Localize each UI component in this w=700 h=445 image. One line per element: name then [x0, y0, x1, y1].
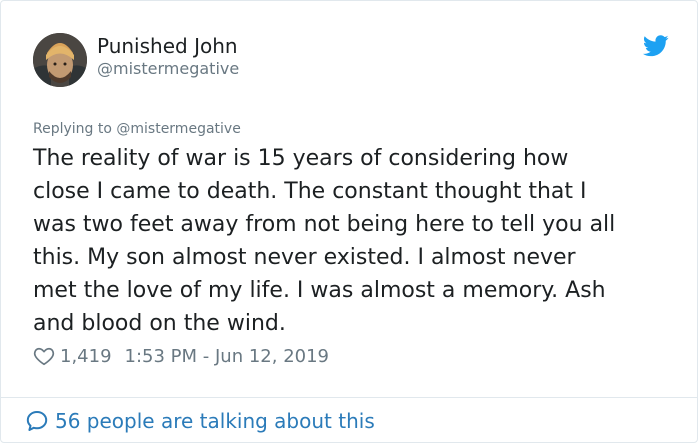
heart-icon[interactable]	[33, 345, 55, 367]
conversation-link[interactable]: 56 people are talking about this	[25, 408, 375, 434]
twitter-bird-icon[interactable]	[642, 35, 669, 57]
like-count[interactable]: 1,419	[60, 346, 112, 367]
divider	[1, 397, 697, 398]
tweet-text: The reality of war is 15 years of consid…	[33, 146, 616, 336]
tweet-meta: 1,419 1:53 PM - Jun 12, 2019	[33, 343, 329, 369]
avatar[interactable]	[33, 33, 87, 87]
timestamp[interactable]: 1:53 PM - Jun 12, 2019	[125, 346, 329, 367]
author-handle[interactable]: @mistermegative	[97, 59, 239, 79]
talking-label[interactable]: 56 people are talking about this	[55, 409, 375, 433]
replying-to[interactable]: Replying to @mistermegative	[33, 120, 241, 138]
speech-bubble-icon	[26, 411, 48, 431]
author-name[interactable]: Punished John	[97, 33, 238, 59]
tweet-card: Punished John @mistermegative Replying t…	[0, 0, 698, 443]
